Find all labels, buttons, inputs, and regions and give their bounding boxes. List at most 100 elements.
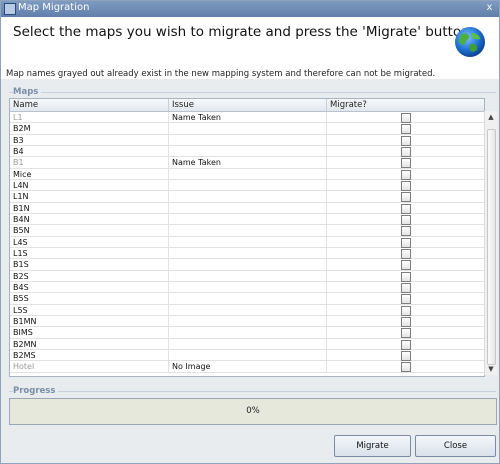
migrate-checkbox[interactable] bbox=[401, 271, 411, 282]
migrate-cell bbox=[327, 305, 484, 316]
migrate-checkbox[interactable] bbox=[401, 124, 411, 135]
grid-rows: L1 Name Taken B2M B3 B4 B1 Name Taken Mice L4N L1… bbox=[10, 112, 484, 373]
migrate-checkbox[interactable] bbox=[401, 203, 411, 214]
migrate-checkbox[interactable] bbox=[401, 192, 411, 203]
migrate-cell bbox=[327, 214, 484, 225]
migrate-cell bbox=[327, 237, 484, 248]
table-row[interactable]: B5S bbox=[10, 293, 484, 305]
table-row[interactable]: B1N bbox=[10, 202, 484, 214]
migrate-cell bbox=[327, 157, 484, 169]
grid-scrollbar[interactable]: ▲ ▼ bbox=[484, 111, 497, 375]
issue-cell bbox=[169, 123, 327, 135]
map-name-cell: B1N bbox=[10, 202, 169, 214]
table-row[interactable]: B1 Name Taken bbox=[10, 157, 484, 169]
issue-cell bbox=[169, 293, 327, 305]
migrate-button[interactable]: Migrate bbox=[334, 435, 411, 457]
migrate-checkbox[interactable] bbox=[401, 305, 411, 316]
table-row[interactable]: B4N bbox=[10, 213, 484, 226]
migrate-cell bbox=[327, 327, 484, 339]
table-row[interactable]: B1S bbox=[10, 259, 484, 271]
table-row[interactable]: B1MN bbox=[10, 315, 484, 328]
grid-header: Name Issue Migrate? bbox=[10, 99, 484, 112]
column-header-migrate[interactable]: Migrate? bbox=[327, 99, 484, 111]
map-name-cell: B5S bbox=[10, 293, 169, 305]
issue-cell: Name Taken bbox=[169, 112, 327, 123]
maps-grid[interactable]: Name Issue Migrate? L1 Name Taken B2M B3 B4 B… bbox=[9, 98, 485, 377]
migrate-checkbox[interactable] bbox=[401, 350, 411, 361]
map-name-cell: L5S bbox=[10, 304, 169, 316]
migrate-checkbox[interactable] bbox=[401, 248, 411, 259]
migrate-checkbox[interactable] bbox=[401, 294, 411, 305]
issue-cell bbox=[169, 349, 327, 361]
migrate-checkbox[interactable] bbox=[401, 146, 411, 157]
migrate-cell bbox=[327, 135, 484, 146]
window-close-button[interactable]: x bbox=[483, 2, 496, 14]
table-row[interactable]: B2S bbox=[10, 270, 484, 282]
table-row[interactable]: B4S bbox=[10, 281, 484, 294]
table-row[interactable]: B2MN bbox=[10, 338, 484, 350]
scroll-down-arrow-icon[interactable]: ▼ bbox=[485, 363, 497, 375]
table-row[interactable]: B4 bbox=[10, 145, 484, 158]
map-name-cell: B2S bbox=[10, 270, 169, 282]
map-name-cell: B2M bbox=[10, 123, 169, 135]
issue-cell bbox=[169, 213, 327, 225]
map-name-cell: B1S bbox=[10, 259, 169, 271]
scroll-up-arrow-icon[interactable]: ▲ bbox=[485, 111, 497, 123]
migrate-checkbox[interactable] bbox=[401, 226, 411, 237]
issue-cell bbox=[169, 304, 327, 316]
migrate-cell bbox=[327, 271, 484, 282]
issue-cell bbox=[169, 202, 327, 214]
migrate-cell bbox=[327, 191, 484, 203]
migrate-checkbox[interactable] bbox=[401, 169, 411, 180]
table-row[interactable]: Mice bbox=[10, 168, 484, 180]
maps-group-divider bbox=[9, 92, 496, 93]
table-row[interactable]: B3 bbox=[10, 134, 484, 146]
migrate-cell bbox=[327, 259, 484, 271]
table-row[interactable]: L5S bbox=[10, 304, 484, 316]
column-header-name[interactable]: Name bbox=[10, 99, 169, 111]
table-row[interactable]: B2MS bbox=[10, 349, 484, 362]
table-row[interactable]: L1 Name Taken bbox=[10, 112, 484, 124]
table-row[interactable]: L4N bbox=[10, 179, 484, 192]
issue-cell: Name Taken bbox=[169, 157, 327, 169]
migrate-checkbox[interactable] bbox=[401, 158, 411, 169]
migrate-cell bbox=[327, 293, 484, 305]
table-row[interactable]: L1N bbox=[10, 191, 484, 203]
migrate-cell bbox=[327, 248, 484, 259]
issue-cell bbox=[169, 270, 327, 282]
scroll-thumb[interactable] bbox=[487, 129, 496, 365]
table-row[interactable]: L4S bbox=[10, 236, 484, 248]
table-row[interactable]: Hotel No Image bbox=[10, 361, 484, 373]
issue-cell bbox=[169, 179, 327, 191]
progress-group-label: Progress bbox=[13, 386, 59, 396]
migrate-checkbox[interactable] bbox=[401, 282, 411, 293]
migrate-cell bbox=[327, 225, 484, 237]
migrate-checkbox[interactable] bbox=[401, 339, 411, 350]
migrate-checkbox[interactable] bbox=[401, 328, 411, 339]
migrate-checkbox[interactable] bbox=[401, 316, 411, 327]
map-name-cell: B4 bbox=[10, 145, 169, 157]
migrate-checkbox[interactable] bbox=[401, 135, 411, 146]
table-row[interactable]: L1S bbox=[10, 247, 484, 260]
migrate-checkbox[interactable] bbox=[401, 237, 411, 248]
close-button[interactable]: Close bbox=[415, 435, 496, 457]
table-row[interactable]: B5N bbox=[10, 225, 484, 237]
column-header-issue[interactable]: Issue bbox=[169, 99, 327, 111]
migrate-checkbox[interactable] bbox=[401, 113, 411, 123]
table-row[interactable]: B2M bbox=[10, 123, 484, 135]
issue-cell bbox=[169, 191, 327, 203]
progress-group-divider bbox=[9, 391, 496, 392]
table-row[interactable]: BIMS bbox=[10, 327, 484, 339]
migrate-checkbox[interactable] bbox=[401, 214, 411, 225]
migrate-cell bbox=[327, 350, 484, 361]
migrate-cell bbox=[327, 203, 484, 214]
migrate-checkbox[interactable] bbox=[401, 260, 411, 271]
migrate-cell bbox=[327, 169, 484, 180]
migrate-checkbox[interactable] bbox=[401, 362, 411, 373]
issue-cell bbox=[169, 247, 327, 259]
map-name-cell: L1 bbox=[10, 112, 169, 123]
map-name-cell: B5N bbox=[10, 225, 169, 237]
migrate-checkbox[interactable] bbox=[401, 180, 411, 191]
issue-cell bbox=[169, 168, 327, 180]
window-app-icon bbox=[4, 3, 16, 15]
